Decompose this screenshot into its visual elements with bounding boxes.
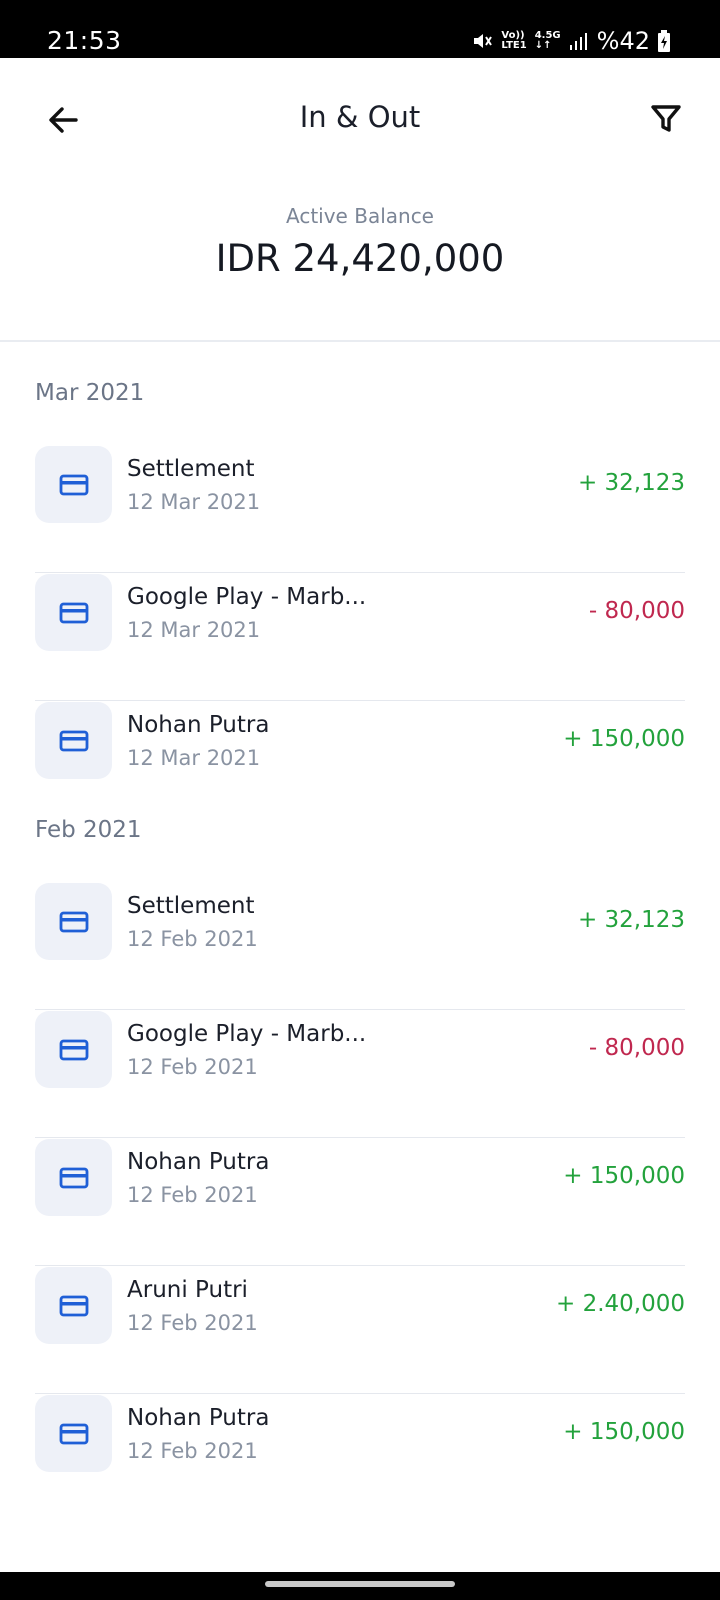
balance-label: Active Balance [286, 204, 434, 228]
transaction-amount: + 150,000 [563, 1419, 685, 1445]
transaction-icon-tile [35, 446, 112, 523]
transaction-amount: + 150,000 [563, 1163, 685, 1189]
transaction-icon-tile [35, 1011, 112, 1088]
transaction-row[interactable]: Nohan Putra 12 Mar 2021 + 150,000 [35, 702, 685, 829]
credit-card-icon [59, 1423, 88, 1444]
transaction-name: Settlement [127, 893, 255, 919]
credit-card-icon [59, 1295, 88, 1316]
transaction-icon-tile [35, 574, 112, 651]
lte-label: LTE1 [501, 40, 527, 51]
credit-card-icon [59, 730, 88, 751]
transaction-date: 12 Mar 2021 [127, 618, 261, 642]
transaction-row[interactable]: Settlement 12 Mar 2021 + 32,123 [35, 446, 685, 573]
page-title: In & Out [299, 100, 421, 134]
transaction-amount: + 150,000 [563, 726, 685, 752]
network-indicator: Vo)) LTE1 [501, 31, 526, 51]
transaction-name: Google Play - Marb... [127, 584, 367, 610]
balance-divider [0, 340, 720, 342]
status-icons: Vo)) LTE1 4.5G ↓↑ %42 [471, 26, 670, 56]
transaction-name: Nohan Putra [127, 1405, 270, 1431]
home-gesture-handle[interactable] [265, 1581, 455, 1587]
transaction-row[interactable]: Settlement 12 Feb 2021 + 32,123 [35, 883, 685, 1010]
credit-card-icon [59, 474, 88, 495]
transaction-date: 12 Mar 2021 [127, 490, 261, 514]
system-nav-bar [0, 1572, 720, 1600]
data-arrows-icon: ↓↑ [534, 40, 552, 51]
transaction-amount: + 2.40,000 [555, 1291, 685, 1317]
credit-card-icon [59, 602, 88, 623]
transaction-row[interactable]: Nohan Putra 12 Feb 2021 + 150,000 [35, 1395, 685, 1522]
month-header: Feb 2021 [35, 817, 142, 843]
transaction-name: Aruni Putri [127, 1277, 248, 1303]
filter-icon [651, 105, 681, 132]
transaction-name: Nohan Putra [127, 712, 270, 738]
transaction-icon-tile [35, 1267, 112, 1344]
battery-percent: %42 [596, 27, 650, 55]
transaction-icon-tile [35, 1395, 112, 1472]
credit-card-icon [59, 1167, 88, 1188]
transaction-amount: - 80,000 [588, 598, 685, 624]
transaction-amount: - 80,000 [588, 1035, 685, 1061]
transaction-row[interactable]: Google Play - Marb... 12 Mar 2021 - 80,0… [35, 574, 685, 701]
month-header: Mar 2021 [35, 380, 145, 406]
transaction-icon-tile [35, 883, 112, 960]
transaction-name: Nohan Putra [127, 1149, 270, 1175]
transaction-row[interactable]: Nohan Putra 12 Feb 2021 + 150,000 [35, 1139, 685, 1266]
transaction-date: 12 Feb 2021 [127, 1055, 258, 1079]
transaction-date: 12 Feb 2021 [127, 1311, 258, 1335]
transaction-date: 12 Feb 2021 [127, 1439, 258, 1463]
transaction-amount: + 32,123 [577, 470, 685, 496]
transaction-date: 12 Feb 2021 [127, 927, 258, 951]
transaction-icon-tile [35, 1139, 112, 1216]
transaction-row[interactable]: Aruni Putri 12 Feb 2021 + 2.40,000 [35, 1267, 685, 1394]
transaction-name: Google Play - Marb... [127, 1021, 367, 1047]
filter-button[interactable] [646, 98, 686, 138]
transaction-amount: + 32,123 [577, 907, 685, 933]
transaction-row[interactable]: Google Play - Marb... 12 Feb 2021 - 80,0… [35, 1011, 685, 1138]
mute-icon [474, 34, 493, 48]
signal-icon [569, 33, 587, 50]
credit-card-icon [59, 911, 88, 932]
battery-charging-icon [658, 30, 670, 52]
transaction-name: Settlement [127, 456, 255, 482]
transaction-date: 12 Feb 2021 [127, 1183, 258, 1207]
credit-card-icon [59, 1039, 88, 1060]
data-indicator: 4.5G ↓↑ [535, 31, 561, 51]
transaction-icon-tile [35, 702, 112, 779]
status-bar: 21:53 Vo)) LTE1 4.5G ↓↑ %42 [0, 0, 720, 58]
status-time: 21:53 [47, 26, 122, 55]
transaction-date: 12 Mar 2021 [127, 746, 261, 770]
balance-value: IDR 24,420,000 [215, 237, 505, 280]
app-header: In & Out [0, 58, 720, 178]
